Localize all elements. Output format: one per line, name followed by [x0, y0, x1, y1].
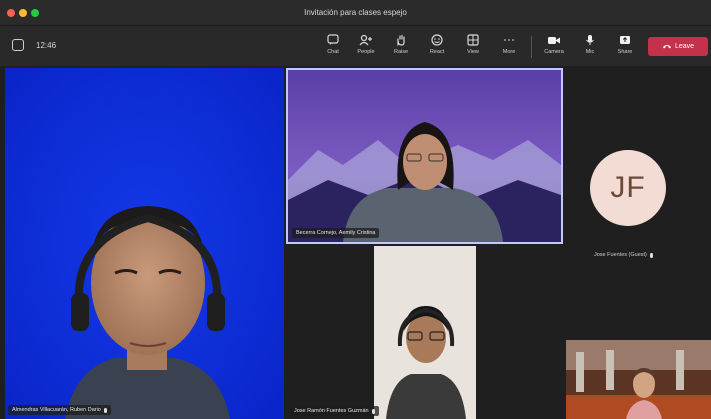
people-button[interactable]: People: [351, 31, 381, 63]
participant-name: Jose Ramón Fuentes Guzmán: [294, 408, 369, 414]
self-view-video: [566, 340, 711, 419]
participant-name-tag: Almendras Villacuarán, Ruben Dario: [8, 405, 111, 415]
self-view-tile[interactable]: [566, 340, 711, 419]
participant-name-tag: Jose Ramón Fuentes Guzmán: [290, 406, 379, 416]
leave-label: Leave: [674, 43, 695, 50]
avatar-initials: JF: [610, 171, 646, 204]
people-icon: [359, 34, 372, 46]
participant-name: Jose Fuentes (Guest): [594, 252, 647, 258]
participant-name-tag: Becerra Cornejo, Aemily Cristina: [292, 228, 380, 238]
leave-button[interactable]: Leave: [648, 37, 708, 56]
mic-icon: [371, 408, 375, 414]
mic-icon: [103, 407, 107, 413]
window-titlebar: Invitación para clases espejo: [0, 0, 711, 26]
meeting-timer: 12:46: [36, 41, 57, 50]
more-button[interactable]: More: [494, 31, 524, 63]
mic-button[interactable]: Mic: [575, 31, 605, 63]
participant-name-tag: Jose Fuentes (Guest): [594, 252, 653, 258]
participant-video: [5, 68, 284, 419]
react-button[interactable]: React: [422, 31, 452, 63]
participant-video: [288, 70, 561, 242]
raise-hand-icon: [397, 34, 405, 46]
view-button[interactable]: View: [458, 31, 488, 63]
chat-button[interactable]: Chat: [318, 31, 348, 63]
raise-hand-button[interactable]: Raise: [386, 31, 416, 63]
mic-icon: [586, 35, 594, 45]
mic-icon: [649, 252, 653, 258]
more-icon: [504, 39, 514, 41]
participant-name: Becerra Cornejo, Aemily Cristina: [296, 230, 376, 236]
window-title: Invitación para clases espejo: [304, 8, 407, 17]
shield-icon[interactable]: [12, 39, 24, 51]
share-icon: [620, 36, 630, 44]
meeting-toolbar: 12:46 Chat People Raise React View More …: [0, 26, 711, 66]
share-button[interactable]: Share: [610, 31, 640, 63]
avatar: JF: [590, 150, 666, 226]
chat-icon: [327, 34, 339, 45]
participant-video: [374, 246, 476, 419]
toolbar-divider: [531, 36, 532, 58]
video-tile-p4[interactable]: Jose Ramón Fuentes Guzmán: [286, 246, 563, 419]
hang-up-icon: [662, 45, 671, 49]
participant-name: Almendras Villacuarán, Ruben Dario: [12, 407, 101, 413]
video-tile-p2[interactable]: Becerra Cornejo, Aemily Cristina: [286, 68, 563, 244]
react-icon: [431, 34, 443, 46]
camera-button[interactable]: Camera: [539, 31, 569, 63]
video-tile-p1[interactable]: Almendras Villacuarán, Ruben Dario: [5, 68, 284, 419]
camera-icon: [548, 37, 560, 44]
view-icon: [467, 34, 479, 46]
